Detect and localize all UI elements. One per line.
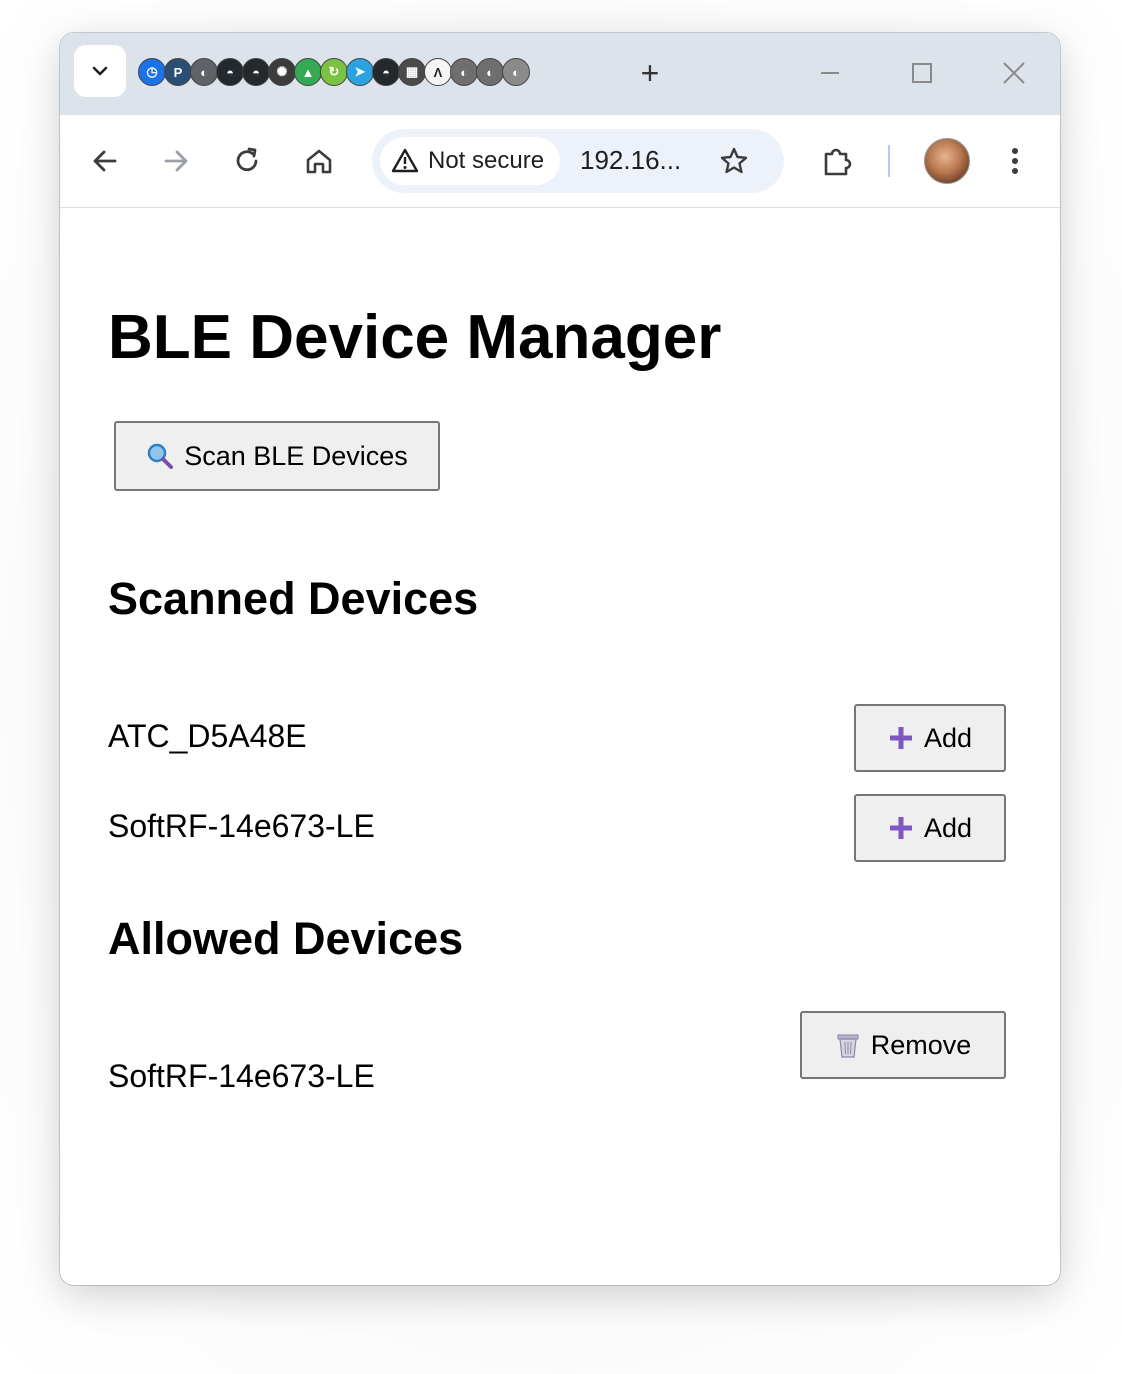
github-icon-3[interactable]: ◓ (372, 58, 400, 86)
add-device-button[interactable]: Add (854, 794, 1006, 862)
security-label: Not secure (428, 147, 545, 174)
more-vert-icon (1012, 148, 1018, 174)
plus-icon (888, 725, 914, 751)
history-icon[interactable]: ◷ (138, 58, 166, 86)
gif-icon[interactable]: ▦ (398, 58, 426, 86)
warning-icon (391, 148, 419, 173)
lambda-icon[interactable]: Λ (424, 58, 452, 86)
reload-icon (236, 147, 258, 172)
bookmark-button[interactable] (712, 139, 756, 183)
home-button[interactable] (296, 138, 342, 184)
green-refresh-icon[interactable]: ↻ (320, 58, 348, 86)
add-button-label: Add (923, 722, 973, 753)
add-device-button[interactable]: Add (854, 704, 1006, 772)
add-button-label: Add (923, 812, 973, 843)
profile-avatar[interactable] (924, 138, 970, 184)
device-name: SoftRF-14e673-LE (108, 1058, 375, 1094)
remove-device-button[interactable]: Remove (800, 1011, 1006, 1079)
browser-toolbar: Not secure 192.16... (60, 115, 1060, 208)
home-icon (306, 149, 332, 174)
toolbar-divider (888, 145, 890, 177)
p-icon[interactable]: P (164, 58, 192, 86)
minimize-button[interactable] (808, 53, 852, 93)
site-icon-1[interactable]: ◐ (190, 58, 218, 86)
url-text[interactable]: 192.16... (580, 145, 681, 176)
scan-devices-button[interactable]: Scan BLE Devices (114, 421, 440, 491)
menu-button[interactable] (992, 138, 1038, 184)
github-icon-1[interactable]: ◓ (216, 58, 244, 86)
telegram-icon[interactable]: ➤ (346, 58, 374, 86)
new-tab-button[interactable]: + (630, 53, 670, 93)
device-name: ATC_D5A48E (108, 718, 307, 754)
pinned-tabs: ◷ P ◐ ◓ ◓ ✺ ▲ ↻ ➤ ◓ ▦ Λ ◐ ◐ ◐ (138, 57, 558, 87)
chevron-down-icon (92, 66, 108, 76)
reload-button[interactable] (224, 138, 270, 184)
maximize-icon (912, 63, 932, 83)
github-icon-2[interactable]: ◓ (242, 58, 270, 86)
security-chip[interactable]: Not secure (380, 137, 560, 185)
extensions-button[interactable] (814, 138, 860, 184)
forward-button[interactable] (153, 138, 199, 184)
tab-search-button[interactable] (74, 45, 126, 97)
remove-button-label: Remove (870, 1029, 972, 1060)
scan-button-label: Scan BLE Devices (184, 440, 408, 471)
page-content: BLE Device Manager Scan BLE Devices Scan… (60, 208, 1060, 1285)
scanned-devices-heading: Scanned Devices (108, 573, 479, 624)
star-icon (720, 147, 748, 174)
magnifier-icon (146, 442, 174, 470)
wastebasket-icon (835, 1031, 861, 1059)
arrow-right-icon (164, 150, 188, 172)
close-icon (1003, 62, 1025, 84)
device-name: SoftRF-14e673-LE (108, 808, 375, 844)
site-icon-2[interactable]: ◐ (450, 58, 478, 86)
tab-strip: ◷ P ◐ ◓ ◓ ✺ ▲ ↻ ➤ ◓ ▦ Λ ◐ ◐ ◐ + (60, 33, 1060, 115)
page-title: BLE Device Manager (108, 303, 722, 372)
maximize-button[interactable] (900, 53, 944, 93)
minimize-icon (821, 72, 839, 74)
arrow-left-icon (93, 150, 117, 172)
plus-icon: + (640, 54, 660, 91)
site-icon-3[interactable]: ◐ (476, 58, 504, 86)
browser-window: ◷ P ◐ ◓ ◓ ✺ ▲ ↻ ➤ ◓ ▦ Λ ◐ ◐ ◐ + Not secu… (60, 33, 1060, 1285)
plus-icon (888, 815, 914, 841)
drive-icon[interactable]: ▲ (294, 58, 322, 86)
back-button[interactable] (82, 138, 128, 184)
address-bar[interactable]: Not secure 192.16... (372, 129, 784, 193)
allowed-devices-heading: Allowed Devices (108, 913, 464, 964)
puzzle-icon (824, 148, 852, 176)
close-window-button[interactable] (992, 53, 1036, 93)
site-icon-4[interactable]: ◐ (502, 58, 530, 86)
openai-icon[interactable]: ✺ (268, 58, 296, 86)
